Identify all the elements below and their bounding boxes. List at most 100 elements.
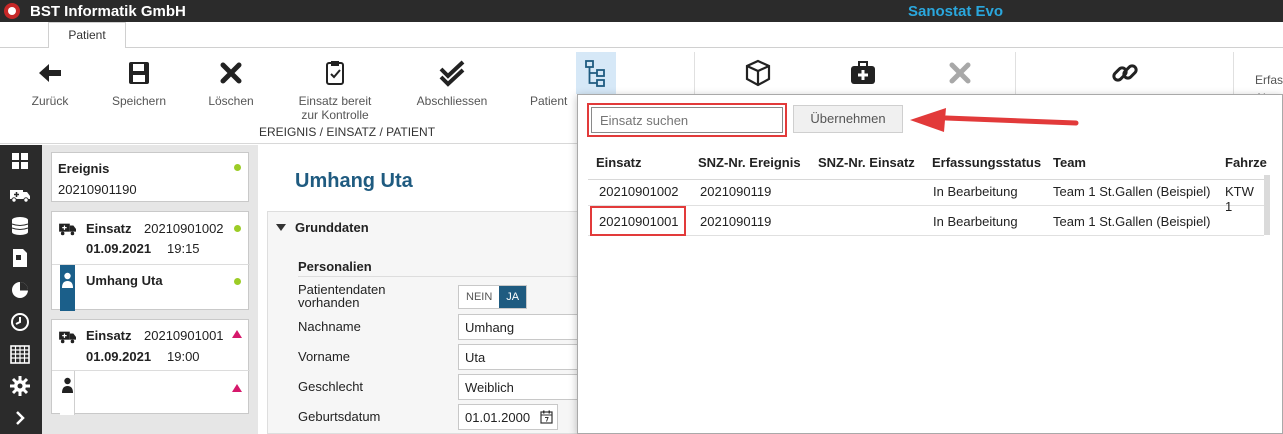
- cell-einsatz: 20210901001: [599, 214, 679, 229]
- vorname-field[interactable]: Uta: [458, 344, 578, 370]
- back-button[interactable]: Zurück: [28, 58, 72, 108]
- clock-icon[interactable]: [9, 311, 31, 333]
- company-name: BST Informatik GmbH: [30, 3, 186, 20]
- tab-bar: Patient: [0, 22, 1283, 49]
- einsatz-1-number: 20210901002: [144, 221, 224, 236]
- side-navigation: [0, 145, 42, 434]
- ambulance-icon[interactable]: [9, 183, 31, 205]
- geschlecht-label: Geschlecht: [298, 379, 364, 394]
- column-header[interactable]: SNZ-Nr. Ereignis: [698, 155, 801, 170]
- patientendaten-toggle[interactable]: NEIN JA: [458, 285, 528, 309]
- status-warning-triangle: [232, 384, 242, 392]
- einsatz-search-popup: Übernehmen Einsatz SNZ-Nr. Ereignis SNZ-…: [577, 94, 1283, 434]
- coins-icon[interactable]: [9, 215, 31, 237]
- close-icon: [216, 58, 246, 88]
- close-icon: [945, 58, 975, 88]
- status-dot-green: [234, 164, 241, 171]
- cell-status: In Bearbeitung: [933, 214, 1018, 229]
- einsatz-2-time: 19:00: [167, 349, 200, 364]
- save-button[interactable]: Speichern: [108, 58, 170, 108]
- ereignis-title: Ereignis: [58, 161, 110, 176]
- patient-row-empty[interactable]: [52, 370, 250, 415]
- cell-team: Team 1 St.Gallen (Beispiel): [1053, 184, 1211, 199]
- ambulance-icon: [58, 329, 78, 345]
- einsatz-1-date: 01.09.2021: [86, 241, 152, 256]
- document-icon[interactable]: [9, 247, 31, 269]
- nachname-label: Nachname: [298, 319, 361, 334]
- einsatz-1-time: 19:15: [167, 241, 200, 256]
- ereignis-card[interactable]: Ereignis 20210901190: [51, 152, 249, 202]
- calendar-grid-icon[interactable]: [9, 343, 31, 365]
- geburtsdatum-field[interactable]: 01.01.2000: [458, 404, 558, 430]
- ambulance-icon: [58, 221, 78, 237]
- link-icon: [1110, 58, 1140, 88]
- subsection-title: Personalien: [298, 259, 372, 274]
- section-header[interactable]: Grunddaten: [276, 220, 369, 235]
- geschlecht-select[interactable]: Weiblich: [458, 374, 578, 400]
- einsatz-2-number: 20210901001: [144, 328, 224, 343]
- nachname-field[interactable]: Umhang: [458, 314, 578, 340]
- vorname-label: Vorname: [298, 349, 351, 364]
- link-button[interactable]: [1108, 58, 1142, 94]
- material-button[interactable]: [742, 58, 774, 94]
- status-dot-green: [234, 225, 241, 232]
- status-warning-triangle: [232, 330, 242, 338]
- calendar-icon[interactable]: [540, 410, 553, 424]
- column-header[interactable]: Fahrze: [1225, 155, 1267, 170]
- einsatz-2-date: 01.09.2021: [86, 349, 152, 364]
- geburtsdatum-label: Geburtsdatum: [298, 409, 381, 424]
- einsatz-search-input[interactable]: [591, 107, 783, 133]
- patient-button[interactable]: Patient: [530, 58, 578, 108]
- chevron-right-icon[interactable]: [9, 407, 31, 429]
- einsatz-card-1[interactable]: Einsatz 20210901002 01.09.2021 19:15 Umh…: [51, 211, 250, 311]
- patient-tag: [60, 265, 75, 311]
- ribbon-right-label-1: Erfas: [1255, 73, 1283, 87]
- grunddaten-panel: Grunddaten Personalien Patientendaten vo…: [267, 211, 597, 434]
- box-icon: [743, 58, 773, 88]
- dashboard-icon[interactable]: [9, 150, 31, 172]
- complete-button-label: Abschliessen: [416, 94, 488, 108]
- einsatz-card-2[interactable]: Einsatz 20210901001 01.09.2021 19:00: [51, 319, 250, 415]
- column-header[interactable]: Team: [1053, 155, 1086, 170]
- medical-button[interactable]: [846, 58, 880, 94]
- double-check-icon: [437, 58, 467, 88]
- gear-icon[interactable]: [9, 375, 31, 397]
- ready-for-review-label: Einsatz bereit zur Kontrolle: [298, 94, 372, 122]
- back-button-label: Zurück: [31, 94, 69, 108]
- app-logo-icon: [4, 3, 20, 19]
- toggle-ja[interactable]: JA: [499, 286, 527, 308]
- cell-team: Team 1 St.Gallen (Beispiel): [1053, 214, 1211, 229]
- person-icon: [62, 377, 73, 393]
- medkit-icon: [848, 58, 878, 88]
- ready-for-review-button[interactable]: Einsatz bereit zur Kontrolle: [289, 58, 381, 122]
- table-row[interactable]: 20210901001 2021090119 In Bearbeitung Te…: [588, 206, 1264, 236]
- patient-row[interactable]: Umhang Uta: [52, 264, 250, 311]
- cancel-disabled-button[interactable]: [944, 58, 976, 94]
- patientendaten-label-line-2: vorhanden: [298, 295, 360, 310]
- complete-button[interactable]: Abschliessen: [412, 58, 492, 108]
- column-header[interactable]: Einsatz: [596, 155, 642, 170]
- save-icon: [124, 58, 154, 88]
- cell-snz-ereignis: 2021090119: [700, 214, 772, 229]
- column-header[interactable]: SNZ-Nr. Einsatz: [818, 155, 915, 170]
- patient-tag: [60, 371, 75, 415]
- apply-button[interactable]: Übernehmen: [793, 105, 903, 133]
- toggle-nein[interactable]: NEIN: [459, 286, 500, 308]
- arrow-left-icon: [35, 58, 65, 88]
- caret-down-icon: [276, 224, 286, 231]
- scrollbar[interactable]: [1264, 175, 1270, 235]
- geburtsdatum-value: 01.01.2000: [465, 410, 531, 425]
- clipboard-icon: [320, 58, 350, 88]
- pie-chart-icon[interactable]: [9, 279, 31, 301]
- page-title: Umhang Uta: [295, 170, 413, 192]
- tab-patient[interactable]: Patient: [48, 22, 126, 49]
- ereignis-number: 20210901190: [58, 182, 137, 197]
- search-highlight: [587, 103, 787, 137]
- title-bar: BST Informatik GmbH Sanostat Evo: [0, 0, 1283, 22]
- column-header[interactable]: Erfassungsstatus: [932, 155, 1041, 170]
- table-row[interactable]: 20210901002 2021090119 In Bearbeitung Te…: [588, 176, 1264, 214]
- patient-button-label: Patient: [530, 94, 568, 108]
- delete-button[interactable]: Löschen: [204, 58, 258, 108]
- patient-name-item: Umhang Uta: [86, 273, 163, 288]
- tree-icon[interactable]: [581, 58, 611, 88]
